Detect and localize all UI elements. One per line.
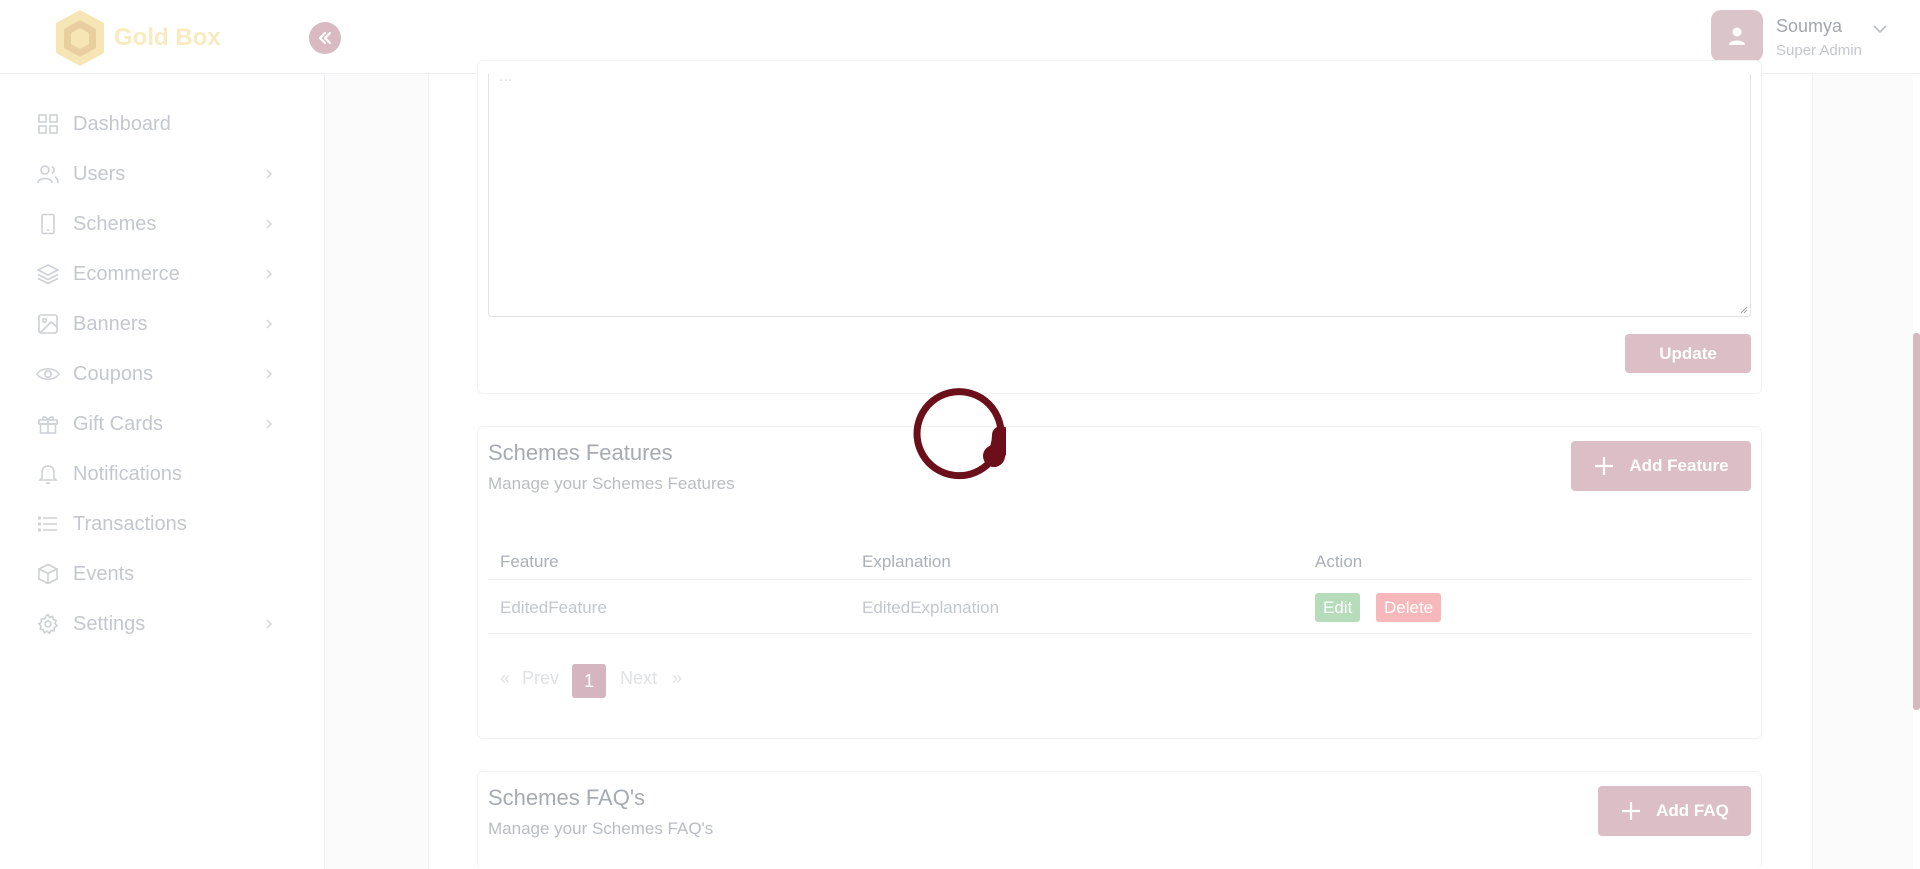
- sidebar-item-label: Users: [73, 162, 126, 185]
- faqs-subtitle: Manage your Schemes FAQ's: [488, 819, 714, 838]
- pagination-next[interactable]: Next: [620, 668, 657, 689]
- sidebar-item-dashboard[interactable]: Dashboard: [36, 109, 276, 139]
- users-icon: [36, 162, 60, 186]
- sidebar-item-label: Coupons: [73, 362, 154, 385]
- faqs-title: Schemes FAQ's: [488, 785, 646, 810]
- image-icon: [36, 312, 60, 336]
- gold-box-logo-icon[interactable]: [52, 8, 108, 68]
- chevron-right-icon: [266, 319, 273, 329]
- pagination-current-page[interactable]: 1: [572, 664, 606, 698]
- grid-icon: [36, 112, 60, 136]
- avatar[interactable]: [1711, 10, 1763, 62]
- pagination-first[interactable]: «: [500, 668, 510, 689]
- add-faq-button[interactable]: Add FAQ: [1598, 786, 1751, 836]
- user-icon: [1729, 27, 1745, 45]
- eye-icon: [36, 362, 60, 386]
- column-header-feature: Feature: [500, 552, 559, 571]
- chevron-right-icon: [266, 369, 273, 379]
- sidebar-item-label: Notifications: [73, 462, 182, 485]
- layers-icon: [36, 262, 60, 286]
- features-table-header: Feature Explanation Action: [488, 536, 1751, 580]
- sidebar-item-notifications[interactable]: Notifications: [36, 459, 276, 489]
- gift-icon: [36, 412, 60, 436]
- sidebar-item-label: Settings: [73, 612, 146, 635]
- gear-icon: [36, 612, 60, 636]
- chevron-right-icon: [266, 269, 273, 279]
- sidebar-item-banners[interactable]: Banners: [36, 309, 276, 339]
- sidebar-item-settings[interactable]: Settings: [36, 609, 276, 639]
- plus-icon: [1622, 802, 1641, 820]
- chevron-right-icon: [266, 619, 273, 629]
- chevron-right-icon: [266, 419, 273, 429]
- pagination-last[interactable]: »: [672, 668, 682, 689]
- plus-icon: [1595, 457, 1614, 475]
- features-title: Schemes Features: [488, 440, 673, 465]
- sidebar-item-ecommerce[interactable]: Ecommerce: [36, 259, 276, 289]
- textarea-hint: ...: [499, 68, 513, 85]
- explanation-cell: EditedExplanation: [862, 598, 1000, 617]
- edit-button[interactable]: Edit: [1315, 593, 1361, 622]
- sidebar-item-label: Ecommerce: [73, 262, 180, 285]
- collapse-sidebar-button[interactable]: [309, 22, 341, 54]
- chevron-right-icon: [266, 219, 273, 229]
- sidebar-item-coupons[interactable]: Coupons: [36, 359, 276, 389]
- tablet-icon: [36, 212, 60, 236]
- resize-handle-icon[interactable]: [1738, 304, 1748, 314]
- user-name[interactable]: Soumya: [1776, 16, 1842, 37]
- sidebar-item-label: Events: [73, 562, 135, 585]
- sidebar-item-users[interactable]: Users: [36, 159, 276, 189]
- chevron-right-icon: [266, 169, 273, 179]
- sidebar-item-label: Schemes: [73, 212, 157, 235]
- sidebar-item-label: Transactions: [73, 512, 187, 535]
- box-icon: [36, 562, 60, 586]
- feature-cell: EditedFeature: [500, 598, 607, 617]
- column-header-explanation: Explanation: [862, 552, 951, 571]
- chevron-down-icon[interactable]: [1871, 20, 1889, 38]
- description-textarea[interactable]: ...: [488, 68, 1751, 317]
- table-row: EditedFeature EditedExplanation Edit Del…: [488, 580, 1751, 634]
- add-feature-button[interactable]: Add Feature: [1571, 441, 1751, 491]
- pagination-prev[interactable]: Prev: [522, 668, 559, 689]
- sidebar-item-schemes[interactable]: Schemes: [36, 209, 276, 239]
- sidebar-item-label: Banners: [73, 312, 148, 335]
- scrollbar-thumb[interactable]: [1913, 333, 1920, 710]
- add-feature-label: Add Feature: [1629, 456, 1729, 475]
- bell-icon: [36, 462, 60, 486]
- features-subtitle: Manage your Schemes Features: [488, 474, 735, 493]
- add-faq-label: Add FAQ: [1656, 801, 1729, 820]
- sidebar-item-label: Gift Cards: [73, 412, 164, 435]
- column-header-action: Action: [1315, 552, 1363, 571]
- sidebar-item-transactions[interactable]: Transactions: [36, 509, 276, 539]
- sidebar: Dashboard Users Schemes Ecommerce Banner…: [0, 74, 325, 869]
- sidebar-item-label: Dashboard: [73, 112, 171, 135]
- loading-spinner-icon: [913, 388, 1006, 480]
- user-role: Super Admin: [1776, 42, 1862, 59]
- sidebar-item-gift-cards[interactable]: Gift Cards: [36, 409, 276, 439]
- list-icon: [36, 512, 60, 536]
- update-button[interactable]: Update: [1625, 334, 1751, 373]
- delete-button[interactable]: Delete: [1376, 593, 1442, 622]
- sidebar-item-events[interactable]: Events: [36, 559, 276, 589]
- chevrons-left-icon: [318, 31, 332, 45]
- brand-name[interactable]: Gold Box: [114, 24, 221, 52]
